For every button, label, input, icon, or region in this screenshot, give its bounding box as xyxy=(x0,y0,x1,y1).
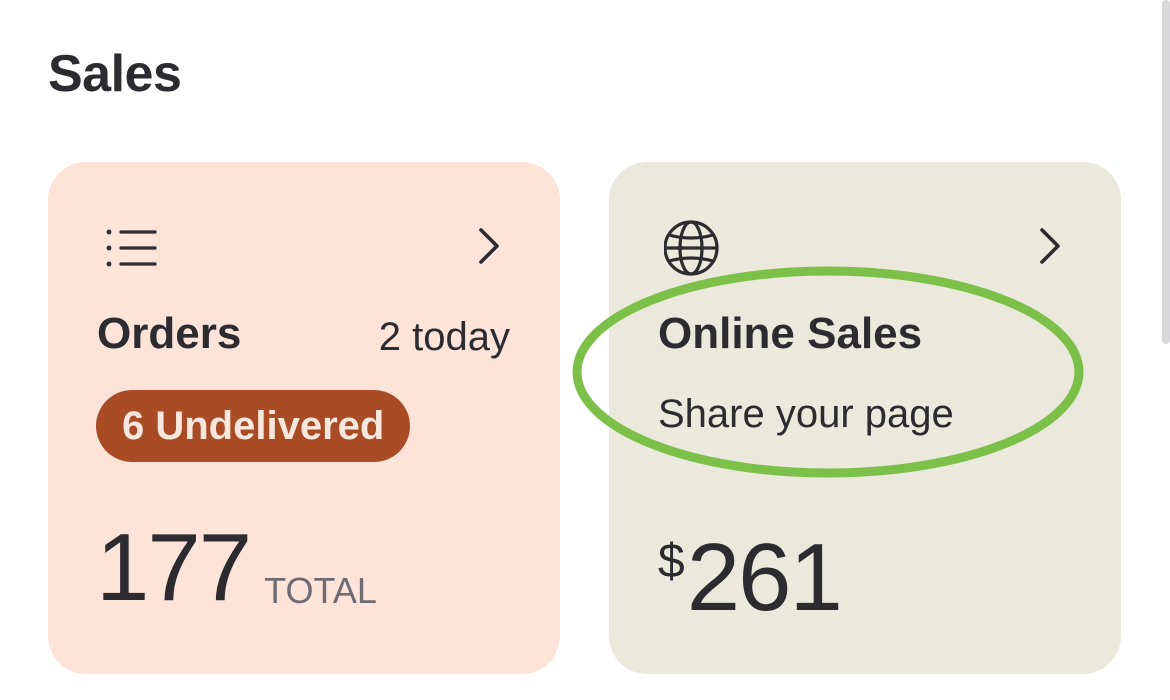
undelivered-badge[interactable]: 6 Undelivered xyxy=(96,390,411,462)
orders-total: 177 TOTAL xyxy=(96,514,377,621)
online-sales-value: 261 xyxy=(686,524,843,631)
online-sales-title: Online Sales xyxy=(658,309,923,358)
orders-title: Orders xyxy=(97,309,242,358)
orders-total-label: TOTAL xyxy=(264,570,377,612)
list-icon xyxy=(103,218,163,278)
globe-icon xyxy=(663,218,724,278)
online-sales-amount: $ 261 xyxy=(658,524,843,631)
orders-total-number: 177 xyxy=(96,514,252,621)
online-sales-card[interactable]: Online Sales Share your page $ 261 xyxy=(609,162,1121,674)
share-your-page-text[interactable]: Share your page xyxy=(658,394,954,434)
vertical-scrollbar[interactable] xyxy=(1162,0,1170,344)
sales-section-title: Sales xyxy=(48,45,182,103)
orders-today-count: 2 today xyxy=(378,315,510,359)
orders-card[interactable]: Orders 2 today 6 Undelivered 177 TOTAL xyxy=(48,162,560,674)
chevron-right-icon[interactable] xyxy=(474,222,504,270)
currency-symbol: $ xyxy=(658,535,685,588)
chevron-right-icon[interactable] xyxy=(1035,222,1065,270)
